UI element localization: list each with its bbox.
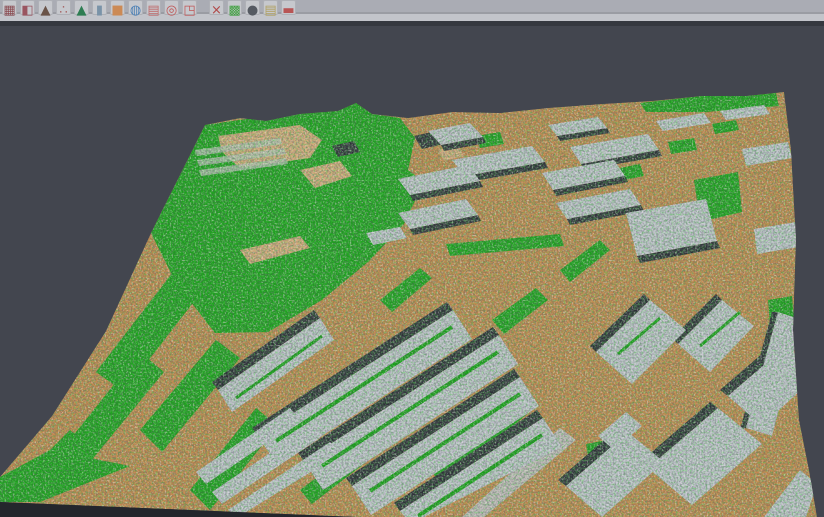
globe-icon[interactable]: ◍ (128, 0, 143, 15)
delete-cross-icon[interactable]: × (209, 0, 224, 15)
red-band-glyph: ▬ (282, 4, 294, 17)
red-band-icon[interactable]: ▬ (281, 0, 296, 15)
selection-frame-glyph: ◳ (183, 4, 195, 17)
vegetation-hill-icon[interactable]: ▲ (74, 0, 89, 15)
terrain-mound-glyph: ▲ (41, 4, 51, 17)
application-window: { "app": { "kind": "point-cloud-viewer",… (0, 0, 824, 517)
red-pattern-glyph: ▦ (3, 4, 15, 17)
red-pattern-icon[interactable]: ▦ (2, 0, 17, 15)
target-ring-icon[interactable]: ◎ (164, 0, 179, 15)
camera-blob-icon[interactable]: ● (245, 0, 260, 15)
globe-glyph: ◍ (130, 4, 141, 17)
classification-grid-glyph: ▩ (228, 4, 240, 17)
delete-cross-glyph: × (211, 4, 222, 17)
terrain-mound-icon[interactable]: ▲ (38, 0, 53, 15)
ground-square-icon[interactable]: ■ (110, 0, 125, 15)
camera-blob-glyph: ● (247, 4, 258, 17)
layer-stack-glyph: ▤ (147, 4, 159, 17)
profile-column-icon[interactable]: ▮ (92, 0, 107, 15)
classification-grid-icon[interactable]: ▩ (227, 0, 242, 15)
scatter-points-glyph: ∴ (59, 4, 67, 17)
toolbar: ▦ ◧ ▲ ∴ ▲ ▮ ■ ◍ ▤ ◎ ◳ × ▩ ● ▤ ▬ (0, 0, 824, 26)
multicolor-points-glyph: ◧ (21, 4, 33, 17)
scatter-points-icon[interactable]: ∴ (56, 0, 71, 15)
multicolor-points-icon[interactable]: ◧ (20, 0, 35, 15)
notes-sheet-icon[interactable]: ▤ (263, 0, 278, 15)
profile-column-glyph: ▮ (96, 4, 103, 17)
ground-square-glyph: ■ (111, 4, 123, 17)
vegetation-hill-glyph: ▲ (77, 4, 87, 17)
layer-stack-icon[interactable]: ▤ (146, 0, 161, 15)
3d-viewport[interactable] (0, 26, 824, 517)
selection-frame-icon[interactable]: ◳ (182, 0, 197, 15)
target-ring-glyph: ◎ (166, 4, 177, 17)
notes-sheet-glyph: ▤ (264, 4, 276, 17)
point-cloud-render (0, 0, 824, 517)
